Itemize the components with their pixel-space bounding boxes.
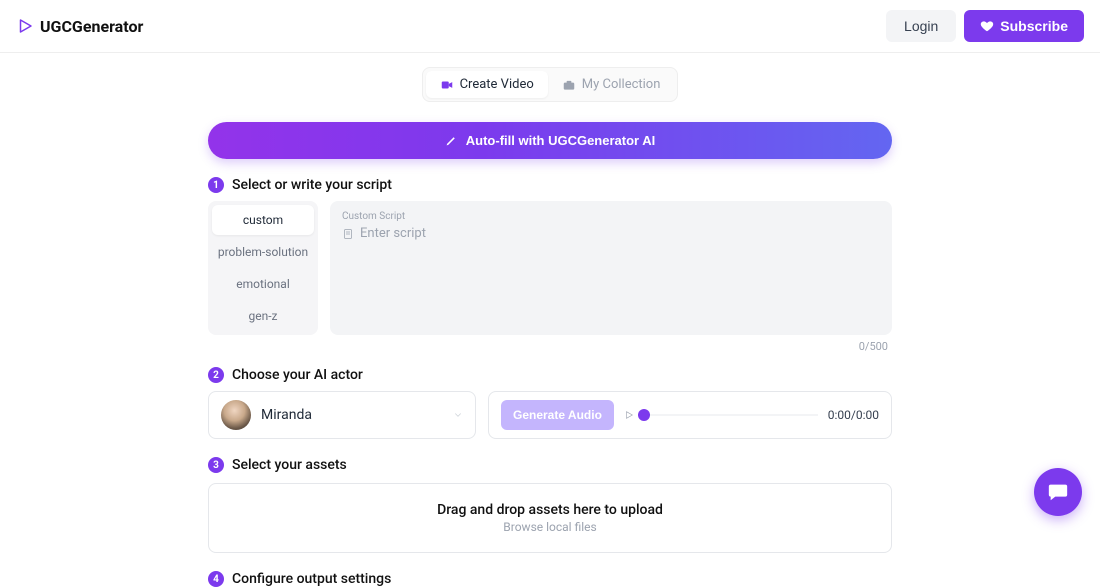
play-triangle-icon <box>16 17 34 35</box>
avatar <box>221 400 251 430</box>
autofill-button[interactable]: Auto-fill with UGCGenerator AI <box>208 122 892 159</box>
camera-icon <box>440 78 454 92</box>
heart-icon <box>980 19 994 33</box>
step-badge-3: 3 <box>208 457 224 473</box>
step4-header: 4 Configure output settings <box>208 571 892 587</box>
audio-panel: Generate Audio 0:00/0:00 <box>488 391 892 439</box>
script-type-emotional[interactable]: emotional <box>212 269 314 299</box>
script-type-problem-solution[interactable]: problem-solution <box>212 237 314 267</box>
pencil-icon <box>445 134 458 147</box>
briefcase-icon <box>562 78 576 92</box>
step3-title: Select your assets <box>232 457 347 473</box>
script-type-list: custom problem-solution emotional gen-z <box>208 201 318 335</box>
step4-title: Configure output settings <box>232 571 391 587</box>
step2-header: 2 Choose your AI actor <box>208 367 892 383</box>
subscribe-button[interactable]: Subscribe <box>964 10 1084 42</box>
tab-create-video[interactable]: Create Video <box>426 71 548 98</box>
autofill-label: Auto-fill with UGCGenerator AI <box>466 133 655 148</box>
step3-header: 3 Select your assets <box>208 457 892 473</box>
script-type-gen-z[interactable]: gen-z <box>212 301 314 331</box>
tab-create-video-label: Create Video <box>460 77 534 92</box>
step1-body: custom problem-solution emotional gen-z … <box>208 201 892 335</box>
step2-title: Choose your AI actor <box>232 367 363 383</box>
script-type-custom[interactable]: custom <box>212 205 314 235</box>
step1-header: 1 Select or write your script <box>208 177 892 193</box>
tab-group: Create Video My Collection <box>422 67 679 102</box>
char-count: 0/500 <box>859 340 888 353</box>
generate-audio-button[interactable]: Generate Audio <box>501 400 614 430</box>
actor-name: Miranda <box>261 407 443 423</box>
audio-thumb[interactable] <box>638 409 650 421</box>
assets-browse-link[interactable]: Browse local files <box>227 520 873 534</box>
step-badge-2: 2 <box>208 367 224 383</box>
actor-select[interactable]: Miranda <box>208 391 476 439</box>
step1-title: Select or write your script <box>232 177 392 193</box>
document-icon <box>342 228 354 240</box>
script-textarea[interactable]: Custom Script Enter script 0/500 <box>330 201 892 335</box>
script-placeholder-text: Enter script <box>360 226 426 241</box>
chat-icon <box>1047 481 1069 503</box>
tab-my-collection-label: My Collection <box>582 77 661 92</box>
audio-track[interactable] <box>644 414 818 416</box>
audio-time: 0:00/0:00 <box>828 408 879 422</box>
chevron-down-icon <box>453 410 463 420</box>
step-badge-4: 4 <box>208 571 224 587</box>
step2-body: Miranda Generate Audio 0:00/0:00 <box>208 391 892 439</box>
login-button[interactable]: Login <box>886 10 956 42</box>
brand-name: UGCGenerator <box>40 17 143 36</box>
subscribe-label: Subscribe <box>1000 18 1068 34</box>
chat-widget-button[interactable] <box>1034 468 1082 516</box>
script-box-label: Custom Script <box>342 211 880 222</box>
tab-my-collection[interactable]: My Collection <box>548 71 675 98</box>
script-placeholder-row: Enter script <box>342 226 880 241</box>
header-bar: UGCGenerator Login Subscribe <box>0 0 1100 53</box>
assets-dropzone[interactable]: Drag and drop assets here to upload Brow… <box>208 483 892 553</box>
header-actions: Login Subscribe <box>886 10 1084 42</box>
tabs-row: Create Video My Collection <box>0 67 1100 102</box>
brand-logo[interactable]: UGCGenerator <box>16 17 143 36</box>
main-content: Auto-fill with UGCGenerator AI 1 Select … <box>208 122 892 587</box>
step-badge-1: 1 <box>208 177 224 193</box>
play-icon[interactable] <box>624 410 634 420</box>
assets-drop-text: Drag and drop assets here to upload <box>227 502 873 518</box>
